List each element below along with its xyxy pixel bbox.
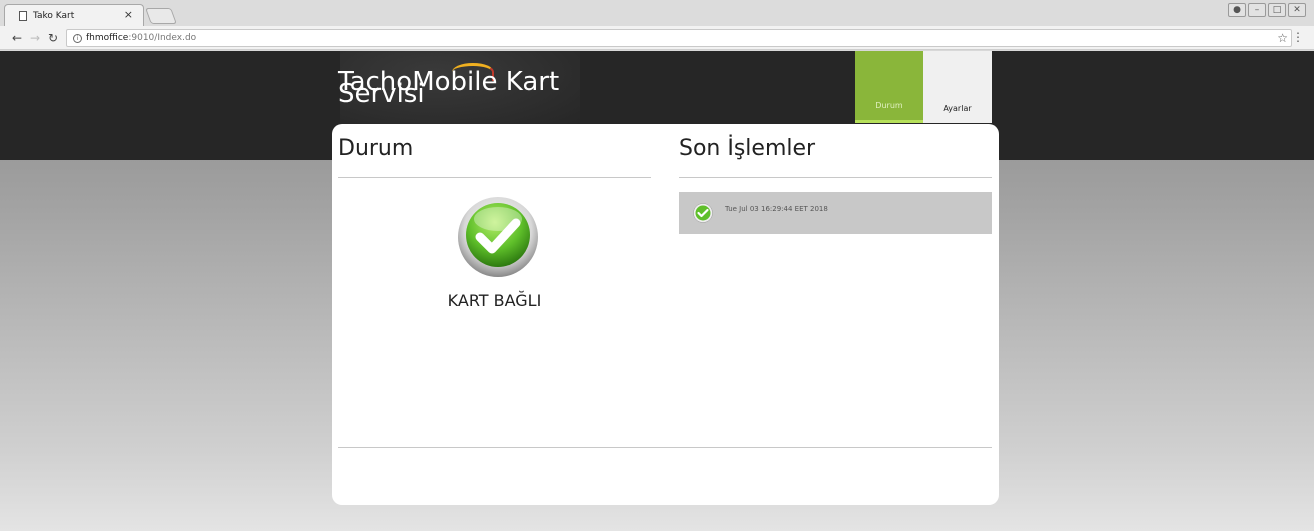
page-icon <box>19 10 27 21</box>
app-title: TachoMobile Kart Servisi <box>338 69 638 107</box>
status-text: KART BAĞLI <box>447 291 542 310</box>
new-tab-button[interactable] <box>145 8 177 24</box>
url-host: fhmoffice <box>86 33 129 43</box>
nav-tab-durum[interactable]: Durum <box>855 51 923 123</box>
reload-icon[interactable]: ↻ <box>44 31 62 45</box>
close-window-icon[interactable]: ✕ <box>1288 3 1306 17</box>
browser-tab[interactable]: Tako Kart × <box>4 4 144 26</box>
nav-tab-durum-label: Durum <box>875 101 903 110</box>
recent-divider <box>679 177 992 178</box>
tab-title: Tako Kart <box>33 10 75 21</box>
address-bar[interactable]: i fhmoffice :9010/Index.do <box>66 29 1292 47</box>
footer-divider <box>338 447 992 448</box>
app-title-line2: Servisi <box>338 79 425 109</box>
bookmark-star-icon[interactable]: ☆ <box>1277 31 1288 45</box>
info-icon[interactable]: i <box>73 33 82 43</box>
status-heading: Durum <box>338 136 414 161</box>
list-item: Tue Jul 03 16:29:44 EET 2018 <box>679 192 992 234</box>
forward-arrow-icon[interactable]: → <box>26 31 44 45</box>
recent-heading: Son İşlemler <box>679 136 816 161</box>
check-circle-icon <box>693 203 713 223</box>
tab-close-icon[interactable]: × <box>124 8 133 21</box>
url-path: :9010/Index.do <box>128 33 197 43</box>
nav-tab-ayarlar-label: Ayarlar <box>943 104 972 113</box>
restore-icon[interactable]: □ <box>1268 3 1286 17</box>
menu-dots-icon[interactable]: ⋮ <box>1292 30 1304 44</box>
status-divider <box>338 177 651 178</box>
browser-toolbar: ← → ↻ i fhmoffice :9010/Index.do ☆ ⋮ <box>0 26 1314 50</box>
user-icon[interactable]: ● <box>1228 3 1246 17</box>
nav-tab-ayarlar[interactable]: Ayarlar <box>923 51 992 123</box>
back-arrow-icon[interactable]: ← <box>8 31 26 45</box>
check-circle-icon <box>458 197 538 277</box>
window-controls: ● – □ ✕ <box>1228 3 1306 17</box>
tab-strip: Tako Kart × ● – □ ✕ <box>0 0 1314 26</box>
log-timestamp: Tue Jul 03 16:29:44 EET 2018 <box>725 205 828 213</box>
minimize-icon[interactable]: – <box>1248 3 1266 17</box>
